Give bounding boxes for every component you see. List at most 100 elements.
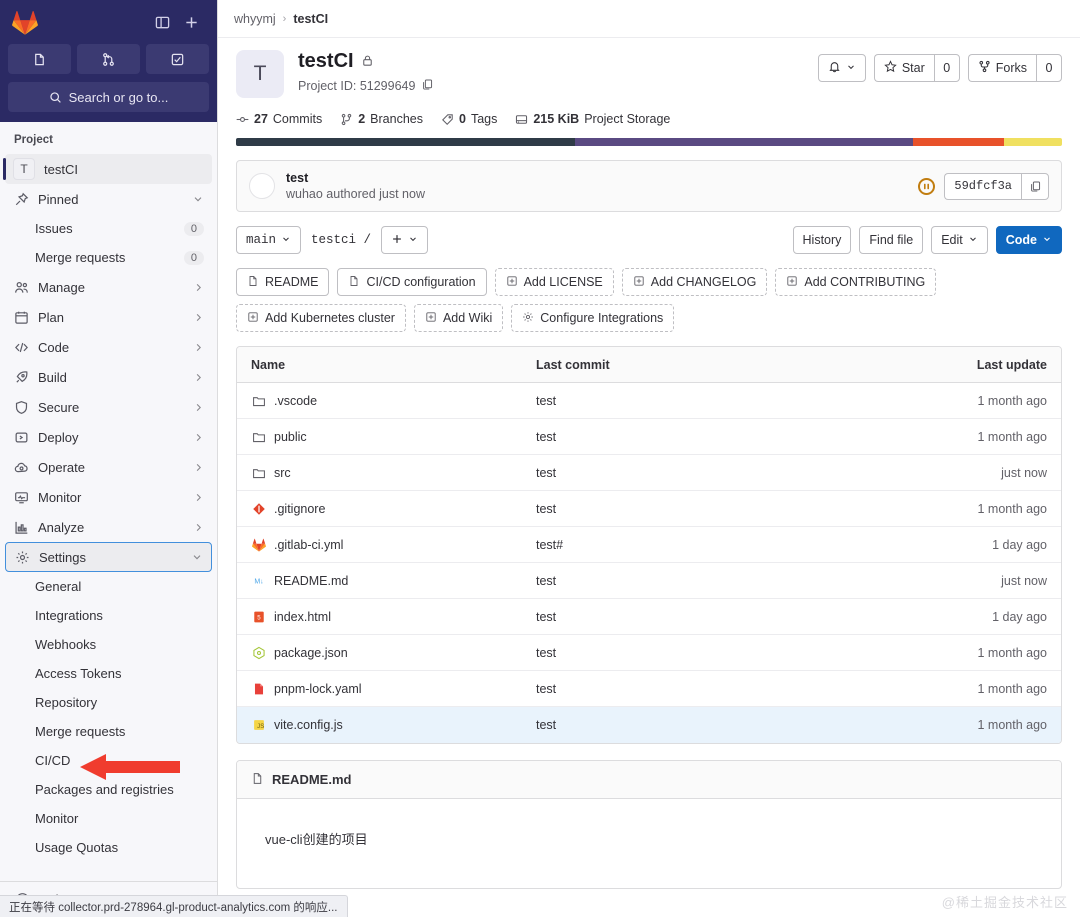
sidebar-item-manage[interactable]: Manage (5, 272, 212, 302)
star-label: Star (901, 61, 925, 75)
sidebar-item-operate[interactable]: Operate (5, 452, 212, 482)
breadcrumb-group[interactable]: whyymj (234, 12, 276, 26)
issues-shortcut-button[interactable] (8, 44, 71, 74)
sidebar-secure-label: Secure (38, 399, 80, 415)
table-row[interactable]: JS vite.config.js test 1 month ago (237, 707, 1061, 743)
commit-title[interactable]: test (286, 171, 425, 185)
pipeline-status-badge[interactable] (918, 177, 936, 195)
cicd-configuration-label: CI/CD configuration (366, 275, 476, 289)
language-segment-2[interactable] (574, 138, 914, 146)
file-update: 1 month ago (977, 393, 1048, 408)
sidebar-item-deploy[interactable]: Deploy (5, 422, 212, 452)
branch-icon (341, 113, 352, 125)
language-segment-4[interactable] (1004, 138, 1062, 146)
stat-commits[interactable]: 27 Commits (236, 112, 322, 126)
stat-commits-label: Commits (272, 112, 323, 126)
sidebar-item-settings-merge-requests[interactable]: Merge requests (5, 717, 212, 746)
sidebar-merge-requests-count: 0 (183, 250, 204, 265)
table-row[interactable]: M↓ README.md test just now (237, 563, 1061, 599)
sidebar-item-issues[interactable]: Issues 0 (5, 214, 212, 243)
sidebar-item-general[interactable]: General (5, 572, 212, 601)
file-commit: test (536, 645, 557, 660)
sidebar-item-build[interactable]: Build (5, 362, 212, 392)
language-segment-3[interactable] (913, 138, 1005, 146)
history-button[interactable]: History (792, 226, 852, 254)
sidebar-item-access-tokens[interactable]: Access Tokens (5, 659, 212, 688)
sidebar-item-usage-quotas[interactable]: Usage Quotas (5, 833, 212, 862)
sidebar-item-project[interactable]: T testCI (3, 154, 212, 184)
chevron-down-icon (192, 193, 204, 205)
sidebar-item-cicd[interactable]: CI/CD (5, 746, 212, 775)
commit-sha[interactable]: 59dfcf3a (944, 172, 1021, 200)
add-kubernetes-cluster-button[interactable]: Add Kubernetes cluster (236, 304, 406, 332)
sidebar-item-plan[interactable]: Plan (5, 302, 212, 332)
table-row[interactable]: .gitlab-ci.yml test# 1 day ago (237, 527, 1061, 563)
language-segment-1[interactable] (236, 138, 575, 146)
table-row[interactable]: pnpm-lock.yaml test 1 month ago (237, 671, 1061, 707)
chevron-right-icon (193, 432, 204, 443)
toggle-sidebar-icon[interactable] (155, 15, 170, 30)
svg-text:5: 5 (257, 614, 261, 621)
sidebar-item-settings[interactable]: Settings (5, 542, 212, 572)
commit-right-block: 59dfcf3a (918, 172, 1049, 200)
gitlab-logo-icon[interactable] (12, 10, 38, 35)
avatar (249, 173, 275, 199)
find-file-button[interactable]: Find file (859, 226, 924, 254)
breadcrumb-project[interactable]: testCI (293, 12, 328, 26)
table-row[interactable]: src test just now (237, 455, 1061, 491)
plus-square-icon (633, 275, 645, 290)
add-license-button[interactable]: Add LICENSE (494, 268, 614, 296)
breadcrumb-path[interactable]: testci / (311, 233, 371, 247)
add-contributing-button[interactable]: Add CONTRIBUTING (775, 268, 937, 296)
sidebar-item-merge-requests[interactable]: Merge requests 0 (5, 243, 212, 272)
stat-storage[interactable]: 215 KiB Project Storage (515, 112, 670, 126)
chevron-right-icon (193, 522, 204, 533)
file-update: 1 month ago (977, 645, 1048, 660)
fork-button[interactable]: Forks (967, 54, 1036, 82)
sidebar-item-webhooks[interactable]: Webhooks (5, 630, 212, 659)
branch-name: main (246, 233, 277, 247)
table-row[interactable]: public test 1 month ago (237, 419, 1061, 455)
sidebar-item-integrations[interactable]: Integrations (5, 601, 212, 630)
copy-icon[interactable] (421, 78, 434, 94)
table-row[interactable]: 5 index.html test 1 day ago (237, 599, 1061, 635)
new-item-icon[interactable] (184, 15, 199, 30)
file-commit: test# (536, 537, 564, 552)
svg-text:JS: JS (257, 723, 264, 730)
add-to-tree-button[interactable] (381, 226, 429, 254)
todos-shortcut-button[interactable] (146, 44, 209, 74)
stat-tags[interactable]: 0 Tags (441, 112, 497, 126)
file-update: 1 day ago (992, 609, 1047, 624)
add-changelog-button[interactable]: Add CHANGELOG (621, 268, 768, 296)
sidebar-item-settings-monitor[interactable]: Monitor (5, 804, 212, 833)
copy-icon[interactable] (1021, 172, 1049, 200)
readme-button[interactable]: README (236, 268, 330, 296)
table-row[interactable]: .vscode test 1 month ago (237, 383, 1061, 419)
branch-selector[interactable]: main (236, 226, 302, 254)
sidebar-item-secure[interactable]: Secure (5, 392, 212, 422)
add-kubernetes-cluster-label: Add Kubernetes cluster (265, 311, 395, 325)
sidebar-item-repository[interactable]: Repository (5, 688, 212, 717)
notification-dropdown-button[interactable] (817, 54, 866, 82)
sidebar-item-code[interactable]: Code (5, 332, 212, 362)
sidebar-item-analyze[interactable]: Analyze (5, 512, 212, 542)
cicd-configuration-button[interactable]: CI/CD configuration (337, 268, 487, 296)
star-button[interactable]: Star (873, 54, 934, 82)
stat-branches[interactable]: 2 Branches (340, 112, 423, 126)
search-input[interactable]: Search or go to... (8, 82, 209, 112)
table-row[interactable]: package.json test 1 month ago (237, 635, 1061, 671)
edit-button[interactable]: Edit (931, 226, 988, 254)
sidebar-item-monitor[interactable]: Monitor (5, 482, 212, 512)
code-button[interactable]: Code (995, 226, 1062, 254)
sidebar-item-packages-registries[interactable]: Packages and registries (5, 775, 212, 804)
merge-requests-shortcut-button[interactable] (77, 44, 140, 74)
table-row[interactable]: .gitignore test 1 month ago (237, 491, 1061, 527)
file-update: just now (1001, 465, 1047, 480)
file-update: 1 month ago (977, 501, 1048, 516)
search-icon (49, 91, 61, 103)
sidebar-item-pinned[interactable]: Pinned (5, 184, 212, 214)
readme-filename[interactable]: README.md (272, 772, 351, 787)
configure-integrations-button[interactable]: Configure Integrations (511, 304, 675, 332)
add-wiki-button[interactable]: Add Wiki (413, 304, 504, 332)
users-icon (13, 280, 29, 295)
